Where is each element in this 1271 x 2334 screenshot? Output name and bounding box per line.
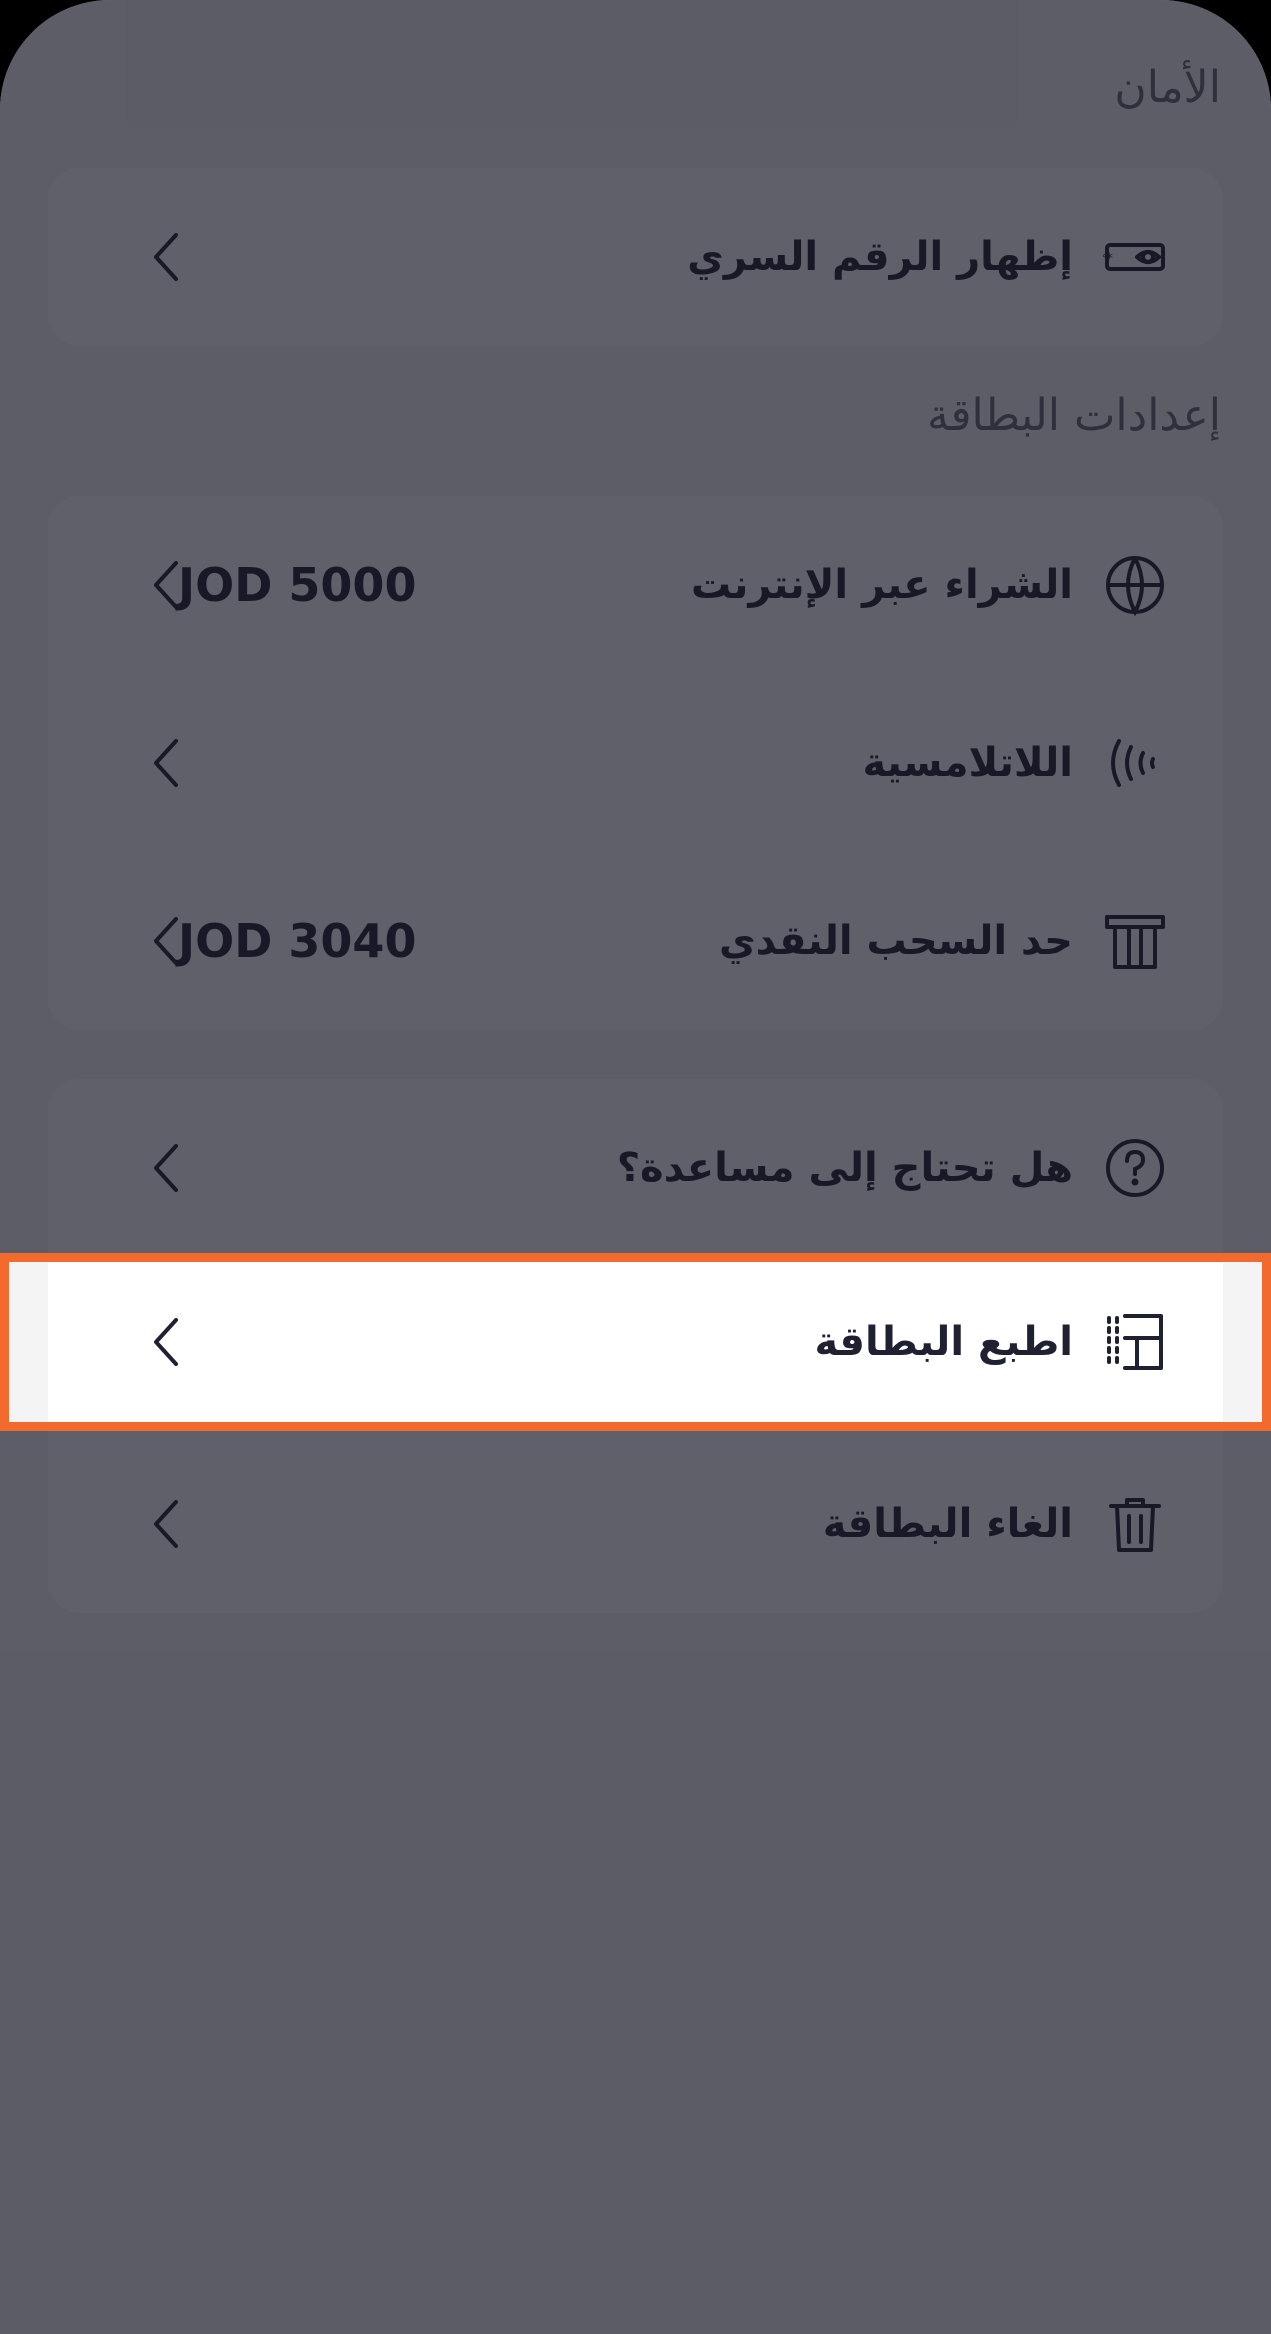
chevron-left-icon	[148, 735, 184, 791]
card-settings-section-title: إعدادات البطاقة	[926, 390, 1221, 441]
cancel-card-row[interactable]: الغاء البطاقة	[48, 1435, 1223, 1613]
print-card-highlight-border	[0, 1253, 1271, 1431]
security-section-title: الأمان	[1114, 62, 1221, 113]
globe-icon	[1103, 553, 1167, 617]
online-purchase-label: الشراء عبر الإنترنت	[691, 562, 1073, 608]
card-settings-screen: الأمان ** إظهار الرقم السري إعدادات البط…	[0, 0, 1271, 2334]
settings-card: الشراء عبر الإنترنت JOD 5000 اللاتلامسية	[48, 496, 1223, 1030]
show-pin-label: إظهار الرقم السري	[687, 234, 1073, 280]
chevron-left-icon	[148, 1140, 184, 1196]
cash-withdrawal-label: حد السحب النقدي	[718, 918, 1073, 964]
contactless-row[interactable]: اللاتلامسية	[48, 674, 1223, 852]
chevron-left-icon	[148, 913, 184, 969]
cash-withdrawal-row[interactable]: حد السحب النقدي JOD 3040	[48, 852, 1223, 1030]
chevron-left-icon	[148, 1496, 184, 1552]
svg-text:**: **	[1103, 251, 1113, 267]
cancel-card-label: الغاء البطاقة	[822, 1501, 1073, 1547]
cash-withdrawal-limit: JOD 3040	[178, 914, 417, 968]
pin-eye-icon: **	[1103, 225, 1167, 289]
trash-icon	[1103, 1492, 1167, 1556]
online-purchase-limit: JOD 5000	[178, 558, 417, 612]
contactless-label: اللاتلامسية	[862, 740, 1073, 786]
chevron-left-icon	[148, 557, 184, 613]
help-row[interactable]: هل تحتاج إلى مساعدة؟	[48, 1079, 1223, 1257]
show-pin-row[interactable]: ** إظهار الرقم السري	[48, 168, 1223, 346]
help-label: هل تحتاج إلى مساعدة؟	[616, 1145, 1073, 1191]
contactless-icon	[1103, 731, 1167, 795]
question-icon	[1103, 1136, 1167, 1200]
online-purchase-row[interactable]: الشراء عبر الإنترنت JOD 5000	[48, 496, 1223, 674]
chevron-left-icon	[148, 229, 184, 285]
security-card: ** إظهار الرقم السري	[48, 168, 1223, 346]
atm-icon	[1103, 909, 1167, 973]
